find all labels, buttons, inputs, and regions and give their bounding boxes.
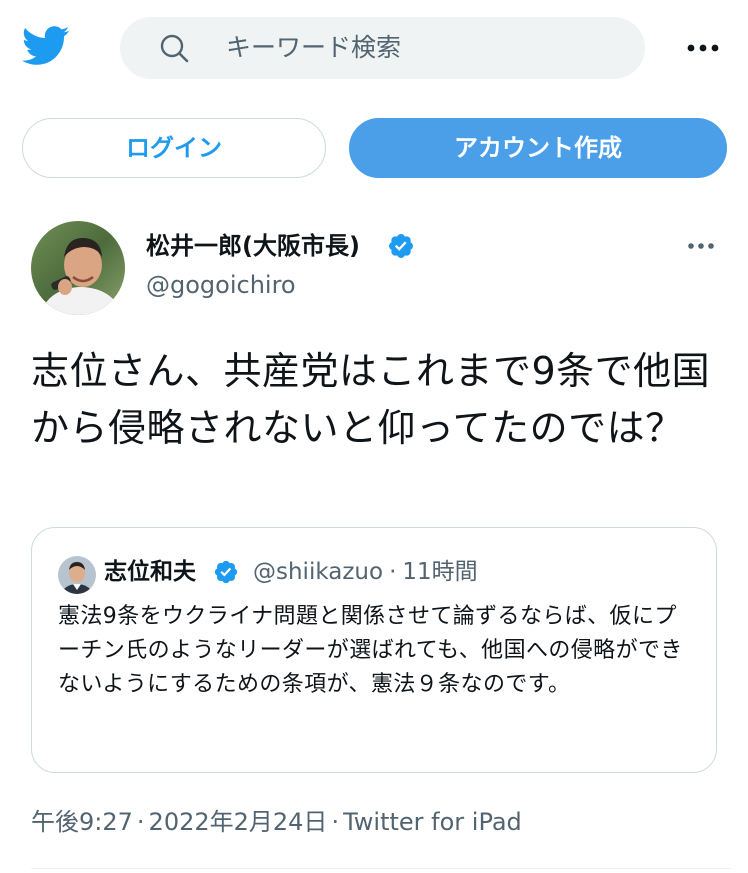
author-avatar[interactable] [31, 221, 125, 315]
author-avatar-image [31, 221, 125, 315]
meta-separator: · [389, 559, 397, 585]
author-display-name[interactable]: 松井一郎(大阪市長) [146, 231, 360, 261]
create-account-button[interactable]: アカウント作成 [349, 118, 727, 178]
author-handle[interactable]: @gogoichiro [146, 270, 296, 300]
search-input[interactable]: キーワード検索 [226, 33, 401, 63]
twitter-bird-icon[interactable] [22, 26, 70, 66]
quoted-author-display-name[interactable]: 志位和夫 [104, 556, 196, 588]
quoted-author-avatar[interactable] [58, 556, 96, 594]
search-icon [160, 34, 189, 63]
quoted-tweet-text: 憲法9条をウクライナ問題と関係させて論ずるならば、仮にプーチン氏のようなリーダー… [58, 604, 683, 697]
quoted-tweet[interactable]: 志位和夫 @shiikazuo · 11時間 憲法9条をウクライナ問題と関係させて論… [31, 527, 717, 773]
meta-separator: · [331, 808, 340, 836]
tweet-text: 志位さん、共産党はこれまで9条で他国から侵略されないと仰ってたのでは？ [31, 349, 711, 450]
more-horizontal-icon[interactable] [685, 236, 717, 256]
quoted-tweet-meta: @shiikazuo · 11時間 [253, 556, 478, 588]
meta-separator: · [136, 808, 145, 836]
quoted-author-avatar-image [58, 556, 96, 594]
quoted-tweet-time[interactable]: 11時間 [402, 559, 477, 585]
tweet-time[interactable]: 午後9:27 [31, 808, 133, 836]
more-horizontal-icon[interactable] [683, 36, 723, 60]
tweet-date[interactable]: 2022年2月24日 [149, 808, 328, 836]
login-button[interactable]: ログイン [22, 118, 326, 178]
verified-badge-icon [389, 234, 413, 258]
search-bar[interactable]: キーワード検索 [120, 17, 645, 79]
verified-badge-icon [214, 560, 238, 584]
divider [31, 868, 731, 869]
top-bar: キーワード検索 [0, 0, 748, 96]
tweet-source[interactable]: Twitter for iPad [343, 808, 522, 836]
tweet-meta: 午後9:27 · 2022年2月24日 · Twitter for iPad [31, 806, 522, 838]
quoted-author-handle[interactable]: @shiikazuo [253, 559, 383, 585]
